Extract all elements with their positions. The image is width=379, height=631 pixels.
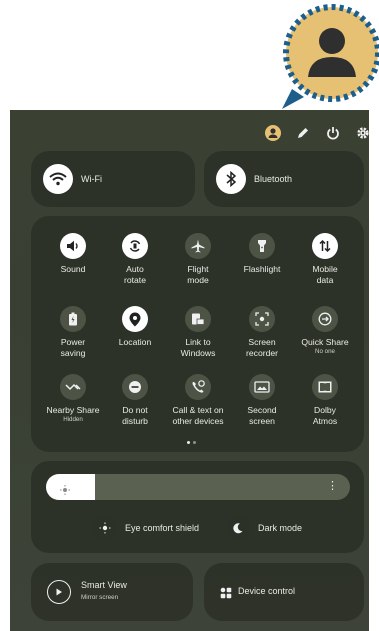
tile-label: Location [118,337,152,347]
tile-label: Link to Windows [180,337,216,358]
tile-label: Second screen [247,405,277,426]
do-not-disturb-icon [122,374,148,400]
page-dot [193,441,196,444]
moon-icon [226,516,250,540]
tile-sublabel: Hidden [63,416,83,423]
tile-do-not-disturb[interactable]: Do not disturb [103,374,167,427]
second-screen-icon [249,374,275,400]
account-icon[interactable] [265,125,281,141]
eye-comfort-icon [93,516,117,540]
location-icon [122,306,148,332]
device-control-card[interactable]: Device control [204,563,364,621]
mobile-data-icon [312,233,338,259]
brightness-fill [46,474,95,500]
tile-nearby-share[interactable]: Nearby Share Hidden [41,374,105,424]
wifi-card[interactable]: Wi-Fi [31,151,195,207]
dark-mode-button[interactable]: Dark mode [226,516,302,540]
page-dot-active [187,441,190,444]
airplane-icon [185,233,211,259]
tile-call-text[interactable]: Call & text on other devices [166,374,230,427]
bluetooth-icon[interactable] [216,164,246,194]
device-control-label: Device control [238,586,296,596]
tile-second-screen[interactable]: Second screen [230,374,294,427]
bluetooth-label: Bluetooth [254,174,293,184]
tile-airplane[interactable]: Flight mode [166,233,230,286]
eye-comfort-label: Eye comfort shield [125,523,200,533]
brightness-slider[interactable]: ⋮ [46,474,350,500]
tile-label: Nearby Share [46,405,100,415]
wifi-icon[interactable] [43,164,73,194]
smart-view-icon [47,580,71,604]
tile-quick-share[interactable]: Quick Share No one [293,306,357,356]
tile-label: Mobile data [312,264,338,285]
screen-recorder-icon [249,306,275,332]
tile-label: Sound [60,264,86,274]
sun-icon [60,482,70,500]
tile-label: Power saving [60,337,86,358]
tile-label: Dolby Atmos [312,405,338,426]
device-control-icon [220,586,232,604]
tile-flashlight[interactable]: Flashlight [230,233,294,275]
bluetooth-card[interactable]: Bluetooth [204,151,364,207]
wifi-label: Wi-Fi [81,174,102,184]
auto-rotate-icon [122,233,148,259]
tile-label: Screen recorder [246,337,278,358]
tile-battery[interactable]: Power saving [41,306,105,359]
tile-mobile-data[interactable]: Mobile data [293,233,357,286]
battery-icon [60,306,86,332]
tile-auto-rotate[interactable]: Auto rotate [103,233,167,286]
more-options-icon[interactable]: ⋮ [327,481,338,492]
sound-icon [60,233,86,259]
profile-callout [282,4,379,109]
tile-label: Do not disturb [122,405,148,426]
power-icon[interactable] [325,125,341,141]
tile-link-windows[interactable]: Link to Windows [166,306,230,359]
tile-label: Flashlight [243,264,281,274]
eye-comfort-button[interactable]: Eye comfort shield [93,516,199,540]
tile-sound[interactable]: Sound [41,233,105,275]
top-icons [265,125,371,141]
flashlight-icon [249,233,275,259]
smart-view-card[interactable]: Smart View Mirror screen [31,563,193,621]
tile-label: Flight mode [187,264,209,285]
edit-icon[interactable] [295,125,311,141]
smart-view-title: Smart View [81,580,127,590]
tile-label: Call & text on other devices [172,405,224,426]
tile-label: Quick Share [301,337,349,347]
tile-screen-recorder[interactable]: Screen recorder [230,306,294,359]
quick-share-icon [312,306,338,332]
tile-dolby[interactable]: Dolby Atmos [293,374,357,427]
tile-location[interactable]: Location [103,306,167,348]
smart-view-sub: Mirror screen [81,594,119,601]
tile-label: Auto rotate [124,264,146,285]
dark-mode-label: Dark mode [258,523,303,533]
link-windows-icon [185,306,211,332]
dolby-icon [312,374,338,400]
settings-icon[interactable] [355,125,371,141]
call-text-icon [185,374,211,400]
tile-sublabel: No one [315,348,335,355]
page-indicator [187,441,196,444]
person-icon [282,4,379,109]
nearby-share-icon [60,374,86,400]
